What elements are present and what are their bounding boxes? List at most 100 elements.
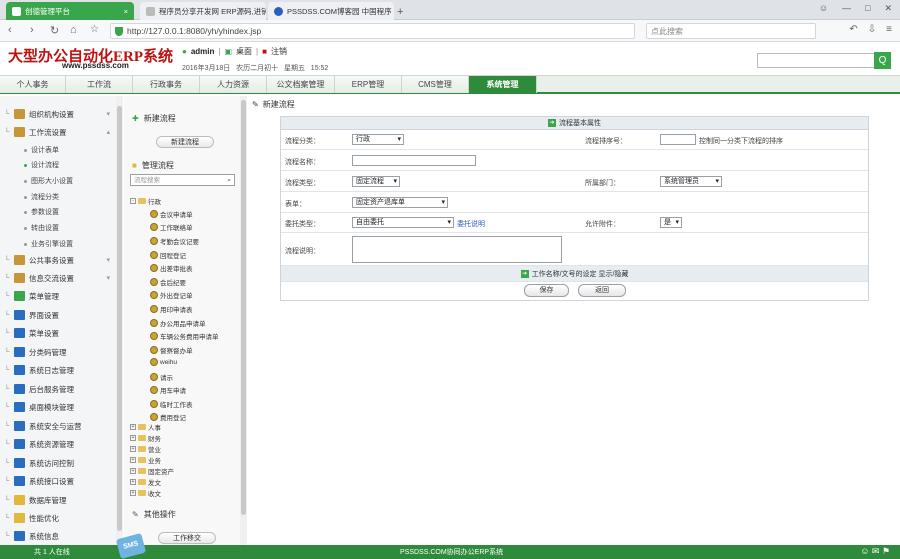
sidebar-item-workflow[interactable]: └ 工作流设置 ▴ (0, 123, 116, 141)
forward-icon[interactable]: › (30, 24, 34, 36)
sidebar-item-performance[interactable]: └ 性能优化 (0, 509, 116, 527)
search-icon[interactable]: ⌕ (227, 175, 231, 186)
tree-folder[interactable]: + 发文 (130, 477, 161, 487)
expand-icon[interactable]: + (130, 468, 136, 474)
menu-tab-hr[interactable]: 人力资源 (200, 76, 267, 93)
tree-folder[interactable]: + 收文 (130, 488, 161, 498)
tree-leaf[interactable]: 外出登记单 (150, 290, 193, 300)
sidebar-item-access[interactable]: └ 系统访问控制 (0, 454, 116, 472)
scrollbar-thumb[interactable] (117, 106, 122, 531)
menu-icon[interactable]: ≡ (886, 24, 892, 35)
star-icon[interactable]: ☆ (90, 24, 99, 35)
expand-icon[interactable]: + (130, 435, 136, 441)
menu-tab-documents[interactable]: 公文档案管理 (267, 76, 335, 93)
logout-link[interactable]: 注销 (271, 46, 287, 57)
global-search-input[interactable] (757, 53, 875, 68)
expand-icon[interactable]: + (130, 479, 136, 485)
tree-leaf[interactable]: 用车申请 (150, 385, 186, 395)
tree-folder[interactable]: + 财务 (130, 433, 161, 443)
download-icon[interactable]: ⇩ (868, 24, 876, 35)
refresh-icon[interactable]: ↻ (50, 24, 59, 37)
tree-leaf[interactable]: 回程登记 (150, 250, 186, 260)
tree-node-root[interactable]: - 行政 (130, 196, 161, 206)
browser-tab-active[interactable]: 创德管理平台 × (6, 2, 134, 20)
type-select[interactable]: 固定流程 (352, 176, 400, 187)
url-input[interactable]: http://127.0.0.1:8080/yh/yhindex.jsp (110, 23, 635, 39)
browser-tab[interactable]: 程序员分享开发网 ERP源码,进销 × (140, 2, 266, 20)
save-button[interactable]: 保存 (524, 284, 569, 297)
tree-folder[interactable]: + 固定资产 (130, 466, 174, 476)
scrollbar-thumb[interactable] (241, 100, 246, 515)
expand-icon[interactable]: + (130, 446, 136, 452)
tree-leaf[interactable]: weihu (150, 358, 177, 366)
menu-tab-cms[interactable]: CMS管理 (402, 76, 469, 93)
back-button[interactable]: 返回 (578, 284, 626, 297)
sidebar-item-security[interactable]: └ 系统安全与运营 (0, 417, 116, 435)
category-select[interactable]: 行政 (352, 134, 404, 145)
sidebar-item-menu[interactable]: └ 菜单管理 (0, 287, 116, 305)
tree-scrollbar[interactable] (240, 96, 247, 545)
sidebar-subitem-category[interactable]: 流程分类 (24, 192, 59, 202)
tree-leaf[interactable]: 费用登记 (150, 412, 186, 422)
sidebar-subitem-size[interactable]: 图形大小设置 (24, 176, 73, 186)
menu-tab-system[interactable]: 系统管理 (469, 76, 537, 93)
close-window-icon[interactable]: ✕ (884, 3, 892, 14)
sidebar-subitem-transfer[interactable]: 转由设置 (24, 223, 59, 233)
search-button[interactable]: Q (874, 52, 891, 69)
back-icon[interactable]: ‹ (8, 24, 12, 36)
sidebar-subitem-flow[interactable]: 设计流程 (24, 160, 59, 170)
status-icons[interactable]: ☺ ✉ ⚑ (860, 546, 890, 557)
tree-leaf[interactable]: 考勤会议记要 (150, 236, 199, 246)
sidebar-item-codes[interactable]: └ 分类码管理 (0, 343, 116, 361)
expand-icon[interactable]: + (130, 457, 136, 463)
tree-leaf[interactable]: 临时工作表 (150, 399, 193, 409)
menu-tab-erp[interactable]: ERP管理 (335, 76, 402, 93)
sidebar-subitem-params[interactable]: 参数设置 (24, 207, 59, 217)
expand-icon[interactable]: + (130, 424, 136, 430)
new-tab-button[interactable]: + (397, 3, 403, 21)
sidebar-item-resources[interactable]: └ 系统资源管理 (0, 435, 116, 453)
menu-tab-personal[interactable]: 个人事务 (0, 76, 66, 93)
flow-search-input[interactable]: 流程搜索 ⌕ (130, 174, 235, 186)
form-select[interactable]: 固定资产退库单 (352, 197, 448, 208)
delegate-select[interactable]: 自由委托 (352, 217, 454, 228)
desktop-link[interactable]: 桌面 (236, 46, 252, 57)
tree-leaf[interactable]: 办公用品申请单 (150, 318, 206, 328)
sidebar-item-interface[interactable]: └ 界面设置 (0, 306, 116, 324)
browser-search-input[interactable]: 点此搜索 (646, 23, 816, 39)
tree-leaf[interactable]: 用印申请表 (150, 304, 193, 314)
tree-leaf[interactable]: 督察督办单 (150, 345, 193, 355)
sidebar-item-database[interactable]: └ 数据库管理 (0, 491, 116, 509)
expand-icon[interactable]: + (130, 490, 136, 496)
username[interactable]: admin (191, 47, 215, 56)
sidebar-item-org[interactable]: └ 组织机构设置 ▾ (0, 105, 116, 123)
dept-select[interactable]: 系统管理员 (660, 176, 722, 187)
sidebar-item-services[interactable]: └ 后台服务管理 (0, 380, 116, 398)
tree-leaf[interactable]: 出差审批表 (150, 263, 193, 273)
menu-tab-admin[interactable]: 行政事务 (133, 76, 200, 93)
new-flow-button[interactable]: 新建流程 (156, 136, 214, 148)
attach-select[interactable]: 是 (660, 217, 682, 228)
sidebar-scrollbar[interactable] (116, 96, 123, 545)
close-icon[interactable]: × (124, 7, 128, 16)
sidebar-item-sysinfo[interactable]: └ 系统信息 (0, 527, 116, 545)
sidebar-item-logs[interactable]: └ 系统日志管理 (0, 361, 116, 379)
tree-leaf[interactable]: 工作联络单 (150, 222, 193, 232)
sidebar-subitem-form[interactable]: 设计表单 (24, 145, 59, 155)
tree-leaf[interactable]: 会后纪要 (150, 277, 186, 287)
doc-setting-link-wrap[interactable]: ➔ 工作名称/文号的设定 显示/隐藏 (520, 270, 628, 279)
desc-textarea[interactable] (352, 236, 562, 263)
collapse-icon[interactable]: - (130, 198, 136, 204)
minimize-icon[interactable]: — (842, 3, 851, 14)
user-icon[interactable]: ☺ (819, 3, 828, 14)
tree-folder[interactable]: + 营业 (130, 444, 161, 454)
name-input[interactable] (352, 155, 476, 166)
menu-tab-workflow[interactable]: 工作流 (66, 76, 133, 93)
sidebar-item-info[interactable]: └ 信息交流设置 ▾ (0, 269, 116, 287)
sidebar-item-public[interactable]: └ 公共事务设置 ▾ (0, 251, 116, 269)
tree-folder[interactable]: + 人事 (130, 422, 161, 432)
undo-icon[interactable]: ↶ (849, 24, 857, 35)
sidebar-item-desktop-modules[interactable]: └ 桌面模块管理 (0, 398, 116, 416)
tree-folder[interactable]: + 业务 (130, 455, 161, 465)
home-icon[interactable]: ⌂ (70, 24, 77, 36)
